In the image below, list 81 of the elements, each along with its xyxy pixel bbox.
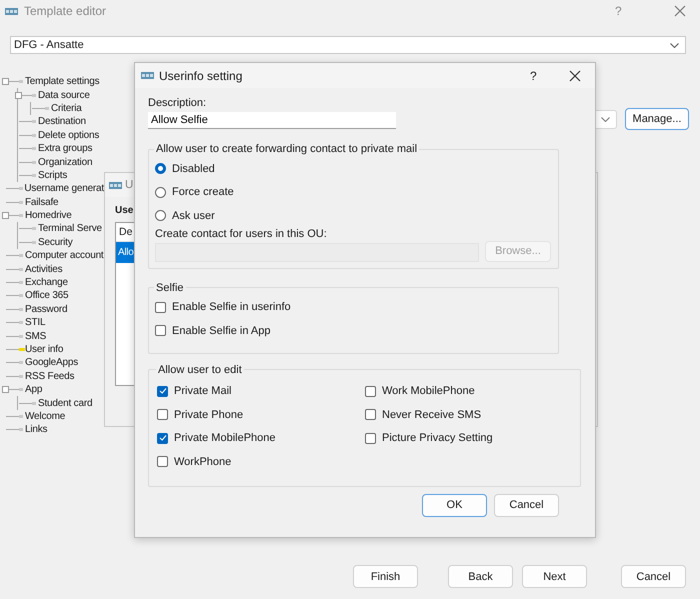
tree-item[interactable]: Computer account: [25, 250, 104, 262]
checkbox-label[interactable]: Private Phone: [174, 408, 244, 421]
chevron-icon: [601, 116, 610, 122]
dialog-title: U: [125, 179, 134, 191]
footer-button[interactable]: Finish: [353, 565, 418, 588]
footer-button[interactable]: Back: [448, 565, 513, 588]
tree-item[interactable]: SMS: [25, 330, 46, 342]
tree-item[interactable]: Office 365: [25, 290, 68, 302]
checkbox-label[interactable]: Work MobilePhone: [382, 385, 475, 398]
checkbox[interactable]: [157, 456, 168, 468]
checkbox[interactable]: [365, 386, 376, 397]
group-title: Allow user to edit: [157, 364, 243, 376]
dialog-button[interactable]: OK: [422, 494, 487, 516]
expand-box[interactable]: [2, 78, 9, 86]
tree-item[interactable]: GoogleApps: [25, 357, 78, 368]
tree-item[interactable]: Username generat: [24, 183, 104, 194]
tree-item[interactable]: Password: [25, 304, 68, 315]
checkbox[interactable]: [157, 409, 168, 420]
expand-box[interactable]: [2, 386, 9, 394]
help-button[interactable]: ?: [530, 68, 564, 82]
checkbox-label[interactable]: Enable Selfie in userinfo: [172, 301, 291, 314]
tree-item[interactable]: Extra groups: [38, 143, 92, 154]
app-icon: [109, 182, 122, 188]
dialog-button[interactable]: Cancel: [494, 494, 559, 516]
expand-box[interactable]: [15, 92, 22, 99]
tree-item[interactable]: Student card: [38, 398, 92, 409]
tree-item[interactable]: Data source: [38, 90, 90, 101]
tree-item[interactable]: App: [25, 384, 42, 396]
tree-item[interactable]: Welcome: [25, 410, 66, 422]
tree-item[interactable]: Scripts: [38, 170, 68, 181]
radio-button[interactable]: [155, 186, 166, 198]
tree-item[interactable]: Organization: [38, 156, 92, 168]
footer-button[interactable]: Next: [522, 565, 587, 588]
field-label: Create contact for users in this OU:: [155, 228, 327, 240]
window-title: Template editor: [24, 4, 108, 18]
close-icon[interactable]: [569, 70, 581, 82]
footer-button[interactable]: Cancel: [621, 565, 686, 588]
radio-button[interactable]: [155, 210, 166, 222]
dialog-title: Userinfo setting: [159, 68, 244, 82]
tree-item[interactable]: User info: [25, 344, 64, 355]
checkbox[interactable]: [155, 325, 166, 336]
radio-label[interactable]: Disabled: [172, 162, 215, 175]
tree-item[interactable]: Links: [25, 424, 48, 436]
group-title: Allow user to create forwarding contact to private mail: [155, 143, 418, 155]
template-dropdown[interactable]: DFG - Ansatte: [10, 36, 686, 54]
checkbox-label[interactable]: Private MobilePhone: [174, 432, 276, 444]
app-icon: [141, 72, 154, 79]
checkbox-label[interactable]: Never Receive SMS: [382, 408, 482, 421]
tree-item[interactable]: Exchange: [25, 277, 68, 288]
checkbox[interactable]: [365, 432, 376, 444]
tree-item[interactable]: Destination: [38, 116, 86, 128]
column-header[interactable]: De: [119, 226, 132, 238]
expand-box[interactable]: [2, 212, 9, 220]
tree-item[interactable]: Activities: [25, 264, 62, 275]
checkbox-label[interactable]: Private Mail: [174, 385, 232, 398]
chevron-icon: [670, 42, 679, 48]
tree-item[interactable]: Homedrive: [25, 210, 72, 222]
description-field[interactable]: Allow Selfie: [148, 112, 396, 129]
manage-button[interactable]: Manage...: [625, 108, 689, 130]
section-label: Use: [115, 205, 134, 216]
checkbox[interactable]: [157, 386, 168, 397]
radio-label[interactable]: Force create: [172, 186, 234, 198]
checkbox-label[interactable]: Enable Selfie in App: [172, 324, 270, 337]
app-icon: [5, 8, 18, 14]
tree-item[interactable]: Criteria: [51, 102, 82, 114]
field-label: Description:: [148, 97, 208, 109]
checkbox[interactable]: [157, 432, 168, 444]
tree-item[interactable]: Terminal Serve: [38, 223, 102, 234]
tree-item[interactable]: RSS Feeds: [25, 370, 74, 382]
radio-button[interactable]: [155, 163, 166, 174]
tree-item[interactable]: Delete options: [38, 130, 100, 141]
tree-item[interactable]: Template settings: [25, 76, 100, 88]
radio-label[interactable]: Ask user: [172, 210, 215, 222]
tree-item[interactable]: STIL: [25, 317, 46, 328]
checkbox[interactable]: [155, 302, 166, 313]
group-title: Selfie: [155, 282, 185, 294]
tree-item[interactable]: Failsafe: [25, 196, 58, 208]
checkbox-label[interactable]: WorkPhone: [174, 456, 232, 468]
checkbox-label[interactable]: Picture Privacy Setting: [382, 432, 493, 444]
tree-item[interactable]: Security: [38, 236, 73, 248]
checkbox[interactable]: [365, 409, 376, 420]
